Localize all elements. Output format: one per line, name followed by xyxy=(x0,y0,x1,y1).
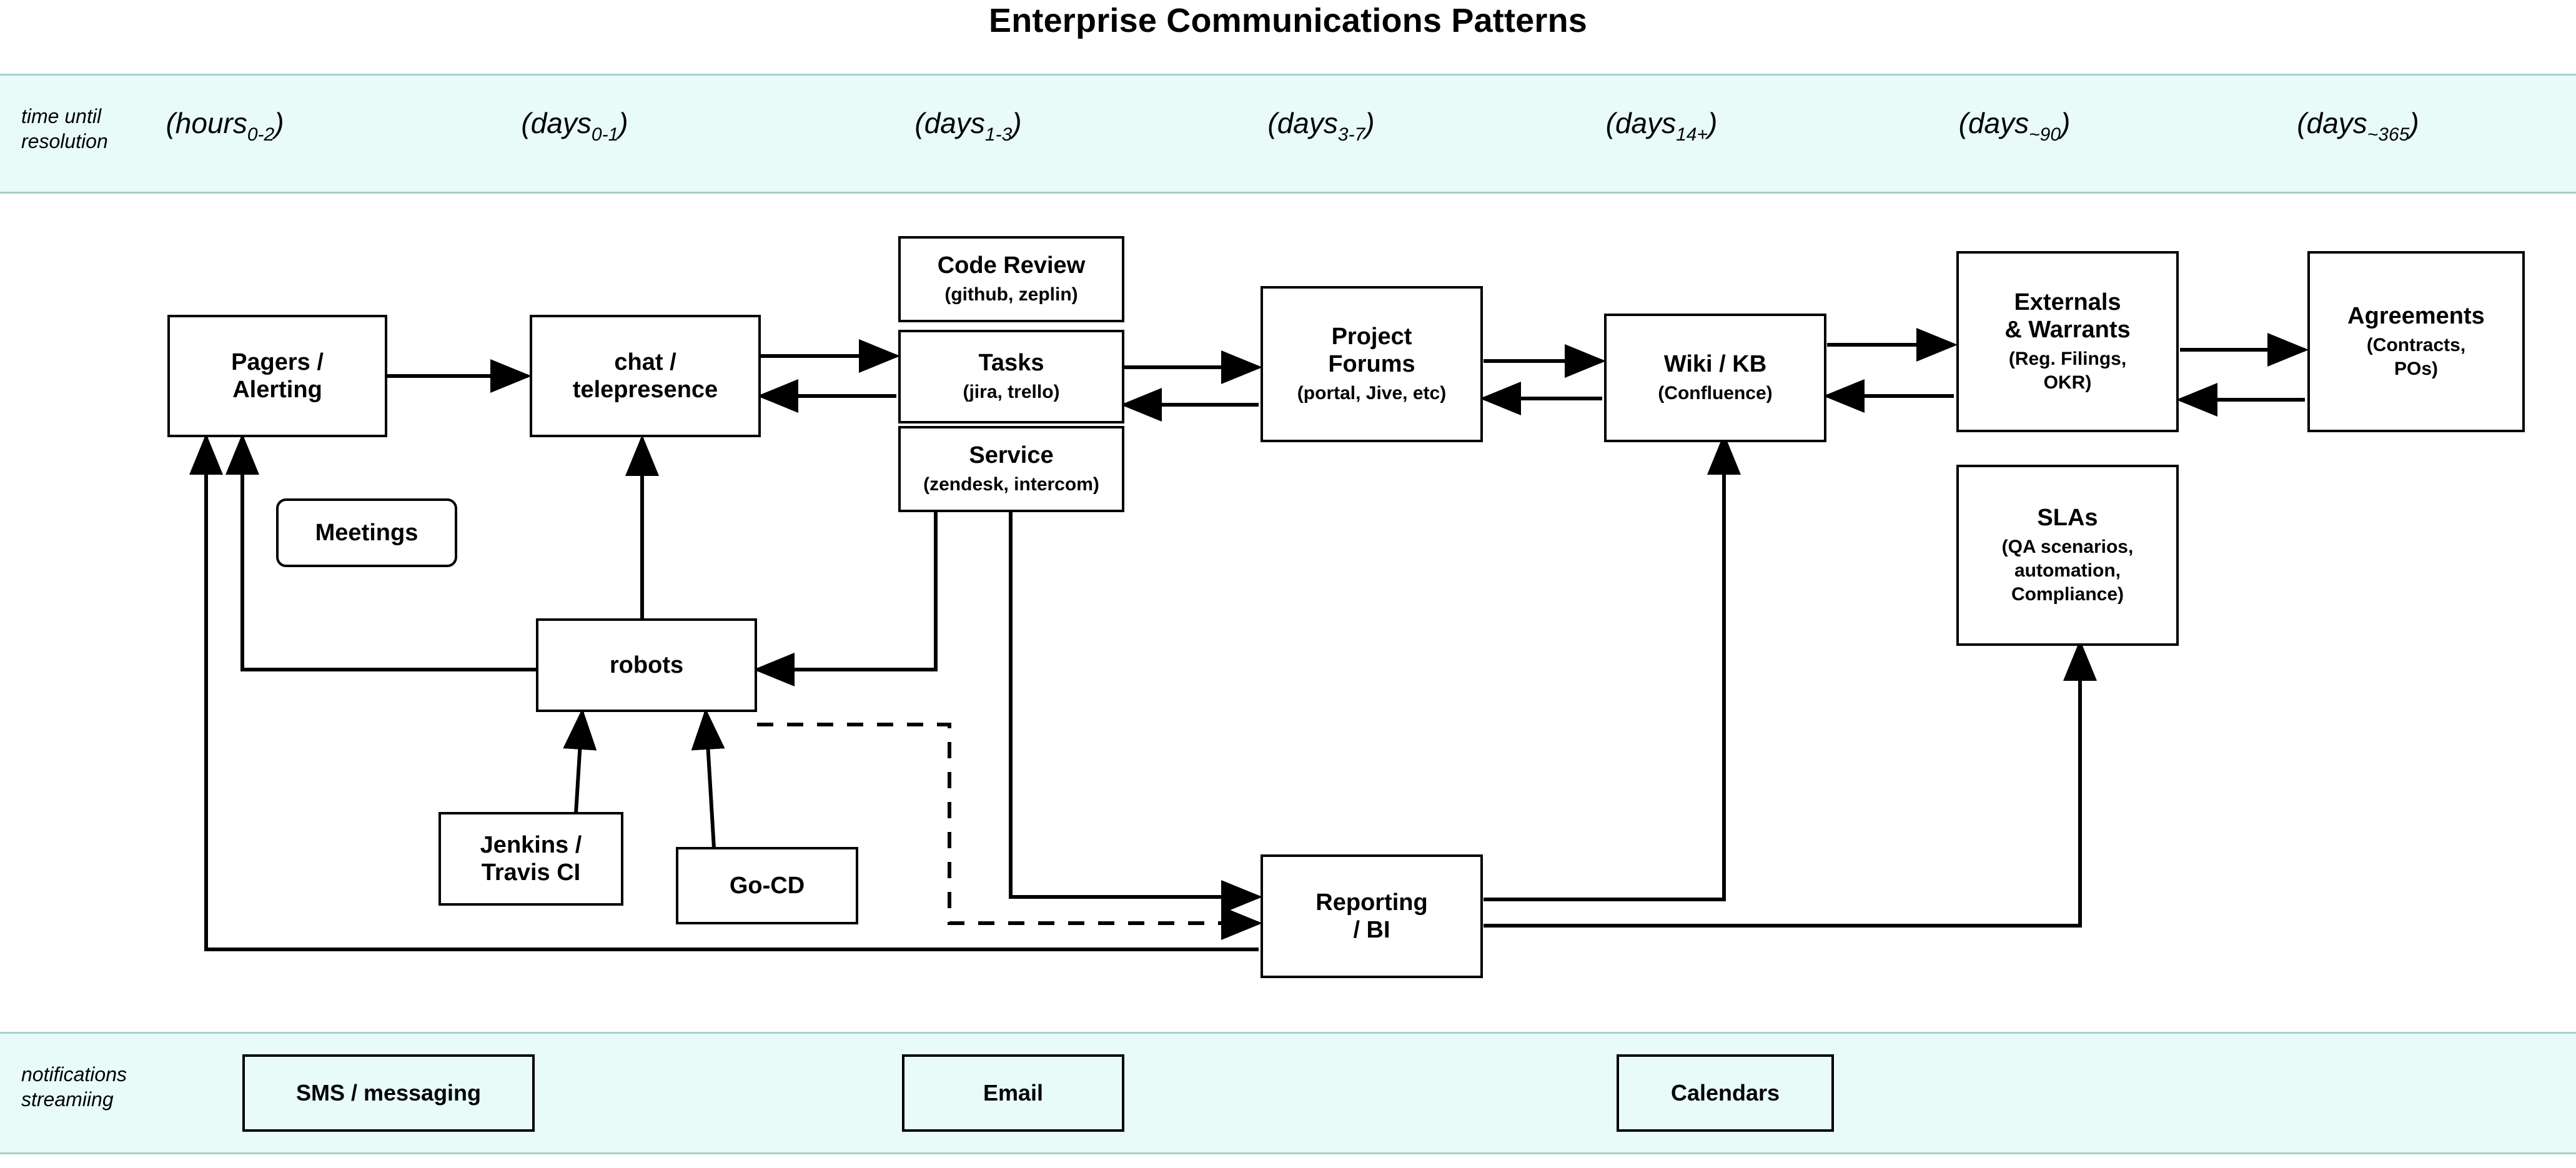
node-jenkins-travis-ci[interactable]: Jenkins / Travis CI xyxy=(438,812,623,906)
time-tick-days-14-plus: (days14+) xyxy=(1605,107,1718,145)
node-agreements-subtitle: (Contracts, POs) xyxy=(2366,335,2466,379)
node-pagers-alerting-title: Pagers / Alerting xyxy=(231,349,324,403)
node-go-cd[interactable]: Go-CD xyxy=(676,847,858,924)
node-robots[interactable]: robots xyxy=(536,618,757,712)
edge-gocd-to-robots xyxy=(691,708,725,849)
channel-sms-messaging-label: SMS / messaging xyxy=(295,1080,482,1106)
time-tick-hours-0-2: (hours0-2) xyxy=(166,107,284,145)
channel-sms-messaging[interactable]: SMS / messaging xyxy=(242,1054,535,1132)
node-chat-telepresence-title: chat / telepresence xyxy=(572,349,718,403)
node-code-review-subtitle: (github, zeplin) xyxy=(944,284,1078,305)
node-wiki-kb-subtitle: (Confluence) xyxy=(1658,383,1773,403)
notify-band-label: notifications streamiing xyxy=(21,1063,127,1111)
node-tasks[interactable]: Tasks (jira, trello) xyxy=(898,330,1124,423)
time-band-label: time until resolution xyxy=(21,105,108,152)
edge-jenkins-to-robots xyxy=(563,708,597,814)
node-service-title: Service xyxy=(969,442,1054,468)
channel-calendars[interactable]: Calendars xyxy=(1617,1054,1834,1132)
node-code-review-title: Code Review xyxy=(937,252,1086,279)
node-externals-warrants-title: Externals & Warrants xyxy=(2004,289,2131,343)
node-wiki-kb[interactable]: Wiki / KB (Confluence) xyxy=(1604,314,1826,442)
node-slas-title: SLAs xyxy=(2037,505,2098,531)
node-service-subtitle: (zendesk, intercom) xyxy=(923,474,1099,495)
node-project-forums-subtitle: (portal, Jive, etc) xyxy=(1297,383,1447,403)
node-pagers-alerting[interactable]: Pagers / Alerting xyxy=(167,315,387,437)
time-tick-days-1-3: (days1-3) xyxy=(914,107,1022,145)
node-service[interactable]: Service (zendesk, intercom) xyxy=(898,426,1124,512)
channel-calendars-label: Calendars xyxy=(1670,1080,1780,1106)
channel-email[interactable]: Email xyxy=(902,1054,1124,1132)
node-externals-warrants[interactable]: Externals & Warrants (Reg. Filings, OKR) xyxy=(1956,251,2179,432)
node-externals-warrants-subtitle: (Reg. Filings, OKR) xyxy=(2008,349,2127,393)
time-tick-days-90: (days~90) xyxy=(1958,107,2071,145)
diagram-canvas: Enterprise Communications Patterns time … xyxy=(0,0,2576,1168)
node-meetings-title: Meetings xyxy=(315,520,419,546)
node-tasks-subtitle: (jira, trello) xyxy=(963,382,1060,402)
node-jenkins-travis-ci-title: Jenkins / Travis CI xyxy=(480,832,582,886)
edge-reporting-to-wiki xyxy=(1484,433,1741,901)
node-agreements[interactable]: Agreements (Contracts, POs) xyxy=(2307,251,2525,432)
edge-service-to-reporting xyxy=(1009,511,1262,914)
node-slas-subtitle: (QA scenarios, automation, Compliance) xyxy=(2001,537,2134,605)
node-code-review[interactable]: Code Review (github, zeplin) xyxy=(898,236,1124,322)
node-chat-telepresence[interactable]: chat / telepresence xyxy=(530,315,761,437)
node-wiki-kb-title: Wiki / KB xyxy=(1663,351,1767,377)
time-tick-days-3-7: (days3-7) xyxy=(1267,107,1375,145)
time-tick-days-365: (days~365) xyxy=(2297,107,2419,145)
node-robots-title: robots xyxy=(609,652,684,678)
time-tick-days-0-1: (days0-1) xyxy=(521,107,628,145)
node-agreements-title: Agreements xyxy=(2347,303,2485,329)
edge-service-to-robots xyxy=(753,511,938,686)
node-reporting-bi-title: Reporting / BI xyxy=(1315,889,1428,943)
node-meetings[interactable]: Meetings xyxy=(276,498,457,567)
node-project-forums-title: Project Forums xyxy=(1328,324,1415,377)
channel-email-label: Email xyxy=(983,1080,1044,1106)
edge-reporting-to-slas xyxy=(1484,640,2097,928)
node-slas[interactable]: SLAs (QA scenarios, automation, Complian… xyxy=(1956,465,2179,646)
node-reporting-bi[interactable]: Reporting / BI xyxy=(1261,854,1483,978)
node-tasks-title: Tasks xyxy=(978,350,1044,376)
page-title: Enterprise Communications Patterns xyxy=(988,2,1588,39)
node-project-forums[interactable]: Project Forums (portal, Jive, etc) xyxy=(1261,286,1483,442)
node-go-cd-title: Go-CD xyxy=(729,873,805,899)
